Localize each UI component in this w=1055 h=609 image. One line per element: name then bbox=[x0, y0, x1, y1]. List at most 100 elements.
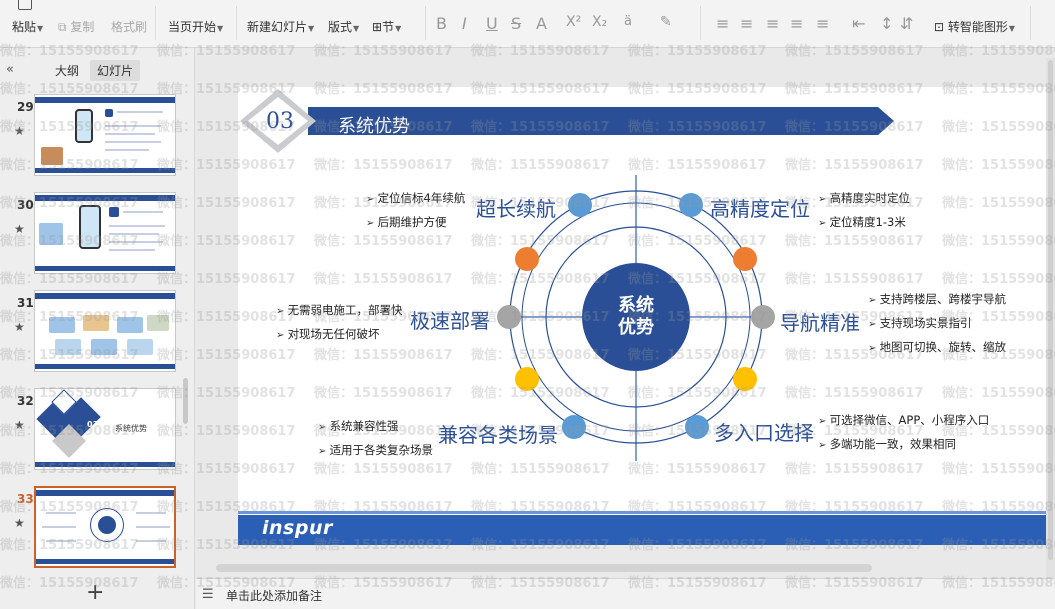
bullet-item: 支持现场实景指引 bbox=[868, 312, 1006, 336]
slide-number: 33 bbox=[17, 492, 34, 506]
add-slide-button[interactable]: + bbox=[86, 580, 104, 605]
align-center-icon[interactable]: ≡ bbox=[740, 14, 753, 33]
superscript-icon[interactable]: X² bbox=[566, 14, 581, 30]
footer-stripe bbox=[238, 511, 1046, 514]
italic-icon[interactable]: I bbox=[462, 14, 467, 33]
layout-button[interactable]: 版式▼ bbox=[328, 18, 359, 35]
bullet-item: 可选择微信、APP、小程序入口 bbox=[818, 409, 990, 433]
panel-scrollbar[interactable] bbox=[183, 378, 188, 424]
collapse-panel-icon[interactable]: « bbox=[6, 62, 14, 77]
bullet-item: 适用于各类复杂场景 bbox=[318, 439, 434, 463]
feature-title: 高精度定位 bbox=[710, 197, 810, 221]
thumb-preview: 03 系统优势 bbox=[34, 388, 176, 470]
notes-bar[interactable]: ☰ 单击此处添加备注 bbox=[196, 578, 1055, 609]
current-slide[interactable]: 03 系统优势 系统 优势 超长续航 定位信标4年续航 后期维护方便 高精度定位… bbox=[238, 87, 1046, 545]
slide-number: 30 bbox=[17, 198, 34, 212]
tab-slides[interactable]: 幻灯片 bbox=[90, 60, 141, 81]
dot-gray bbox=[751, 305, 775, 329]
slide-thumbnail-30[interactable]: 30 ★ bbox=[0, 192, 185, 280]
thumb-preview bbox=[34, 192, 176, 274]
align-left-icon[interactable]: ≡ bbox=[716, 14, 729, 33]
thumb-preview bbox=[34, 94, 176, 176]
indent-icon[interactable]: ⇤ bbox=[852, 14, 865, 33]
dot-yellow bbox=[515, 367, 539, 391]
dot-blue bbox=[685, 415, 709, 439]
slide-number: 29 bbox=[17, 100, 34, 114]
bullet-item: 对现场无任何破坏 bbox=[276, 323, 403, 347]
brand-logo: inspur bbox=[262, 517, 333, 539]
paste-icon bbox=[18, 0, 32, 10]
justify-icon[interactable]: ≡ bbox=[790, 14, 803, 33]
bullet-item: 地图可切换、旋转、缩放 bbox=[868, 336, 1007, 360]
ribbon-toolbar: 粘贴▼ ⧉ 复制 格式刷 当页开始▼ 新建幻灯片▼ 版式▼ ⊞节▼ B I U … bbox=[0, 0, 1055, 48]
dot-gray bbox=[497, 305, 521, 329]
feature-title: 导航精准 bbox=[780, 311, 860, 335]
paragraph-spacing-icon[interactable]: ⇵ bbox=[900, 14, 913, 33]
dot-blue bbox=[679, 193, 703, 217]
feature-bullets: 系统兼容性强 适用于各类复杂场景 bbox=[318, 415, 434, 463]
feature-title: 兼容各类场景 bbox=[438, 423, 558, 447]
dot-orange bbox=[515, 247, 539, 271]
bullet-item: 系统兼容性强 bbox=[318, 415, 433, 439]
new-slide-button[interactable]: 新建幻灯片▼ bbox=[247, 18, 314, 35]
bullet-item: 无需弱电施工，部署快 bbox=[276, 299, 403, 323]
dot-blue bbox=[562, 415, 586, 439]
align-right-icon[interactable]: ≡ bbox=[766, 14, 779, 33]
font-color-icon[interactable]: A bbox=[536, 14, 547, 33]
distribute-icon[interactable]: ≡ bbox=[816, 14, 829, 33]
line-spacing-icon[interactable]: ↕ bbox=[880, 14, 893, 33]
bold-icon[interactable]: B bbox=[436, 14, 447, 33]
strikethrough-icon[interactable]: S bbox=[511, 14, 521, 33]
hub-center: 系统 优势 bbox=[582, 263, 690, 371]
animation-star-icon: ★ bbox=[14, 124, 25, 138]
subscript-icon[interactable]: X₂ bbox=[592, 14, 607, 30]
slide-number: 32 bbox=[17, 394, 34, 408]
feature-bullets: 高精度实时定位 定位精度1-3米 bbox=[818, 187, 911, 235]
dot-orange bbox=[733, 247, 757, 271]
smart-shape-icon: ⊡ bbox=[934, 20, 945, 34]
scrollbar-thumb[interactable] bbox=[1048, 60, 1053, 560]
feature-title: 极速部署 bbox=[410, 309, 490, 333]
slide-thumbnail-33[interactable]: 33 ★ bbox=[0, 486, 185, 574]
phonetic-icon[interactable]: ä bbox=[624, 14, 632, 29]
thumb-preview bbox=[34, 290, 176, 372]
animation-star-icon: ★ bbox=[14, 320, 25, 334]
format-painter-button[interactable]: 格式刷 bbox=[111, 18, 147, 35]
notes-placeholder[interactable]: 单击此处添加备注 bbox=[226, 587, 322, 604]
feature-bullets: 可选择微信、APP、小程序入口 多端功能一致，效果相同 bbox=[818, 409, 990, 457]
bullet-item: 定位信标4年续航 bbox=[366, 187, 466, 211]
notes-icon: ☰ bbox=[202, 587, 214, 602]
hub-center-line1: 系统 bbox=[618, 295, 654, 316]
animation-star-icon: ★ bbox=[14, 516, 25, 530]
copy-button[interactable]: ⧉ 复制 bbox=[58, 18, 94, 35]
footer-band bbox=[238, 515, 1046, 545]
slide-number: 31 bbox=[17, 296, 34, 310]
slide-panel: « 大纲 幻灯片 29 ★ 30 ★ 31 ★ 32 ★ 03 系统优势 33 … bbox=[0, 48, 195, 609]
tab-outline[interactable]: 大纲 bbox=[48, 60, 86, 81]
feature-bullets: 支持跨楼层、跨楼宇导航 支持现场实景指引 地图可切换、旋转、缩放 bbox=[868, 288, 1007, 360]
slide-thumbnail-29[interactable]: 29 ★ bbox=[0, 94, 185, 182]
section-button[interactable]: ⊞节▼ bbox=[372, 18, 401, 35]
play-from-current-button[interactable]: 当页开始▼ bbox=[168, 18, 223, 35]
bullet-item: 高精度实时定位 bbox=[818, 187, 911, 211]
animation-star-icon: ★ bbox=[14, 222, 25, 236]
section-icon: ⊞ bbox=[372, 20, 383, 34]
thumb-preview bbox=[34, 486, 176, 568]
highlight-icon[interactable]: ✎ bbox=[660, 14, 672, 30]
bullet-item: 后期维护方便 bbox=[366, 211, 465, 235]
feature-bullets: 无需弱电施工，部署快 对现场无任何破坏 bbox=[276, 299, 403, 347]
slide-thumbnail-32[interactable]: 32 ★ 03 系统优势 bbox=[0, 388, 185, 476]
paste-button[interactable]: 粘贴▼ bbox=[12, 18, 43, 35]
feature-title: 超长续航 bbox=[476, 197, 556, 221]
bullet-item: 支持跨楼层、跨楼宇导航 bbox=[868, 288, 1007, 312]
horizontal-scrollbar[interactable] bbox=[216, 564, 872, 572]
copy-icon: ⧉ bbox=[58, 20, 67, 34]
smart-shape-button[interactable]: ⊡ 转智能图形▼ bbox=[934, 18, 1015, 35]
hub-center-line2: 优势 bbox=[618, 317, 654, 338]
dot-yellow bbox=[733, 367, 757, 391]
vertical-scrollbar[interactable] bbox=[1046, 58, 1055, 578]
slide-thumbnail-31[interactable]: 31 ★ bbox=[0, 290, 185, 378]
animation-star-icon: ★ bbox=[14, 418, 25, 432]
underline-icon[interactable]: U bbox=[486, 14, 498, 33]
feature-bullets: 定位信标4年续航 后期维护方便 bbox=[366, 187, 466, 235]
